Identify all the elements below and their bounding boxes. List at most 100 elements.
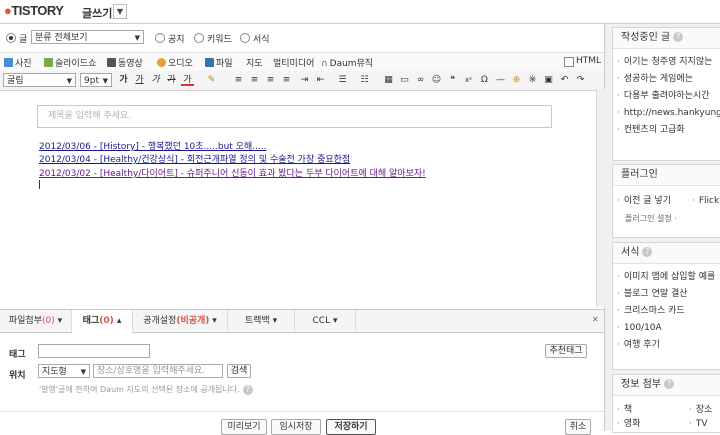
list-item[interactable]: · 다용부 출려야하는시간 — [613, 88, 720, 105]
plugin-settings-link[interactable]: 플러그인 설정 · — [613, 213, 720, 224]
recommend-tag-button[interactable]: 추천태그 — [545, 344, 587, 358]
divider — [0, 411, 604, 412]
audio-button[interactable]: 오디오 — [157, 56, 193, 69]
undo-icon[interactable]: ↶ — [558, 74, 571, 86]
related-post-link[interactable]: 2012/03/06 - [History] - 행복했던 10초.....bu… — [39, 139, 267, 152]
list-item[interactable]: · 여행 후기 — [613, 337, 720, 354]
line-height-icon[interactable]: ☰ — [336, 74, 349, 86]
collapse-icon[interactable]: ✕ — [592, 315, 599, 324]
info-panel-title: 정보 첨부? — [613, 375, 720, 396]
list-item[interactable]: · 블로그 연말 결산 — [613, 286, 720, 303]
writing-panel-title: 작성중인 글? — [613, 28, 720, 49]
category-select[interactable]: 분류 전체보기 ▼ — [31, 30, 144, 44]
align-justify-icon[interactable]: ≡ — [280, 74, 293, 86]
align-right-icon[interactable]: ≡ — [264, 74, 277, 86]
help-icon[interactable]: ? — [642, 247, 653, 257]
editor-scrollbar[interactable] — [596, 89, 605, 307]
chevron-down-icon: ▼ — [102, 77, 108, 85]
info-movie[interactable]: · 영화 — [613, 416, 640, 433]
list-item[interactable]: · 크리스마스 카드 — [613, 303, 720, 320]
html-label: HTML — [576, 56, 602, 66]
map-type-select[interactable]: 지도형 ▼ — [38, 364, 90, 378]
plugin-flickr[interactable]: ·Flickr — [688, 193, 720, 210]
font-select[interactable]: 굴림 ▼ — [3, 73, 76, 87]
file-button[interactable]: 파일 — [205, 56, 233, 69]
superscript-icon[interactable]: x² — [462, 74, 475, 86]
preview-button[interactable]: 미리보기 — [221, 419, 267, 435]
bottom-tab-bar: 파일첨부(0) ▾ 태그(0) ▴ 공개설정(비공개) ▾ 트랙백 ▾ CCL … — [0, 309, 604, 333]
text-color-button[interactable]: 가 — [181, 74, 194, 86]
tab-ccl[interactable]: CCL ▾ — [295, 310, 356, 332]
html-checkbox[interactable] — [564, 57, 574, 67]
bold-button[interactable]: 가 — [117, 74, 130, 86]
keyword-radio[interactable] — [194, 33, 204, 44]
quote-icon[interactable]: ❝ — [446, 74, 459, 86]
tab-trackback[interactable]: 트랙백 ▾ — [228, 310, 295, 332]
highlight-icon[interactable]: ✎ — [205, 74, 218, 86]
plugin-panel: 플러그인 ·이전 글 넣기 ·Flickr 플러그인 설정 · — [612, 164, 720, 238]
list-icon[interactable]: ☷ — [358, 74, 371, 86]
link-icon[interactable]: ∞ — [414, 74, 427, 86]
title-input[interactable]: 제목을 입력해 주세요. — [37, 105, 552, 128]
outdent-icon[interactable]: ⇤ — [314, 74, 327, 86]
notice-radio[interactable] — [155, 33, 165, 44]
tab-file-attach[interactable]: 파일첨부(0) ▾ — [0, 310, 72, 332]
video-button[interactable]: 동영상 — [107, 56, 143, 69]
list-item[interactable]: · 컨텐츠의 고급화 — [613, 122, 720, 139]
tab-visibility[interactable]: 공개설정(비공개) ▾ — [133, 310, 228, 332]
cancel-button[interactable]: 취소 — [565, 419, 591, 435]
emoticon-icon[interactable]: ☺ — [430, 74, 443, 86]
special-char-icon[interactable]: Ω — [478, 74, 491, 86]
code-icon[interactable]: ※ — [526, 74, 539, 86]
list-item[interactable]: · 이기는 청주영 지지않는 — [613, 54, 720, 71]
place-input[interactable]: 장소/상호명을 입력해주세요. — [93, 364, 223, 378]
map-button[interactable]: 지도 — [246, 56, 263, 69]
tag-input[interactable] — [38, 344, 150, 358]
list-item[interactable]: · 성공하는 게임에는 — [613, 71, 720, 88]
daum-music-button[interactable]: ∩ Daum뮤직 — [321, 56, 373, 69]
strike-button[interactable]: 가 — [165, 74, 178, 86]
photo-button[interactable]: 사진 — [4, 56, 32, 69]
related-post-link[interactable]: 2012/03/02 - [Healthy/다이어트] - 슈퍼주니어 신동이 … — [39, 166, 426, 179]
image-icon[interactable]: ▭ — [398, 74, 411, 86]
category-radio-label: 글 — [19, 35, 28, 45]
table-icon[interactable]: ▦ — [382, 74, 395, 86]
location-label: 위치 — [9, 371, 26, 381]
related-post-link[interactable]: 2012/03/04 - [Healthy/건강상식] - 회전근개파열 정의 … — [39, 152, 350, 165]
list-item[interactable]: · 100/10A — [613, 320, 720, 337]
chevron-down-icon: ▼ — [66, 77, 72, 85]
help-icon[interactable]: ? — [673, 32, 684, 42]
headphones-icon: ∩ — [321, 59, 328, 69]
attach-toolbar: 사진 슬라이드쇼 동영상 오디오 파일 지도 멀티미디어 ∩ Daum뮤직 HTM… — [0, 52, 604, 72]
hr-icon[interactable]: — — [494, 74, 507, 86]
help-icon[interactable]: ? — [242, 384, 253, 395]
save-button[interactable]: 저장하기 — [326, 419, 376, 435]
underline-button[interactable]: 가 — [133, 74, 146, 86]
format-toolbar: 굴림 ▼ 9pt ▼ 가 가 가 가 가 ✎ ≡ ≡ ≡ ≡ ⇥ ⇤ ☰ ☷ ▦ ▭… — [0, 71, 604, 91]
font-size-select[interactable]: 9pt ▼ — [80, 73, 112, 87]
keyword-radio-label: 키워드 — [207, 35, 232, 45]
category-radio[interactable] — [6, 33, 16, 44]
info-tv[interactable]: · TV — [685, 416, 708, 433]
more-icon[interactable]: ⊕ — [510, 74, 523, 86]
align-center-icon[interactable]: ≡ — [248, 74, 261, 86]
tistory-logo[interactable]: ●TISTORY — [4, 3, 64, 18]
list-item[interactable]: · 이미지 맵에 삽입할 예를 — [613, 269, 720, 286]
tab-tag[interactable]: 태그(0) ▴ — [72, 310, 133, 333]
form-radio[interactable] — [240, 33, 250, 44]
menu-dropdown-button[interactable]: ▼ — [113, 4, 127, 19]
list-item[interactable]: · http://news.hankyung — [613, 105, 720, 122]
help-icon[interactable]: ? — [663, 379, 674, 389]
photo-icon — [4, 58, 13, 67]
temp-save-button[interactable]: 임시저장 — [271, 419, 321, 435]
italic-button[interactable]: 가 — [149, 74, 162, 86]
multimedia-button[interactable]: 멀티미디어 — [273, 56, 314, 69]
indent-icon[interactable]: ⇥ — [298, 74, 311, 86]
slideshow-button[interactable]: 슬라이드쇼 — [44, 56, 96, 69]
align-left-icon[interactable]: ≡ — [232, 74, 245, 86]
chevron-down-icon: ▼ — [134, 34, 140, 42]
search-button[interactable]: 검색 — [227, 364, 251, 378]
plugin-prev-post[interactable]: · 이전 글 넣기 — [613, 193, 671, 210]
redo-icon[interactable]: ↷ — [574, 74, 587, 86]
clear-format-icon[interactable]: ▣ — [542, 74, 555, 86]
